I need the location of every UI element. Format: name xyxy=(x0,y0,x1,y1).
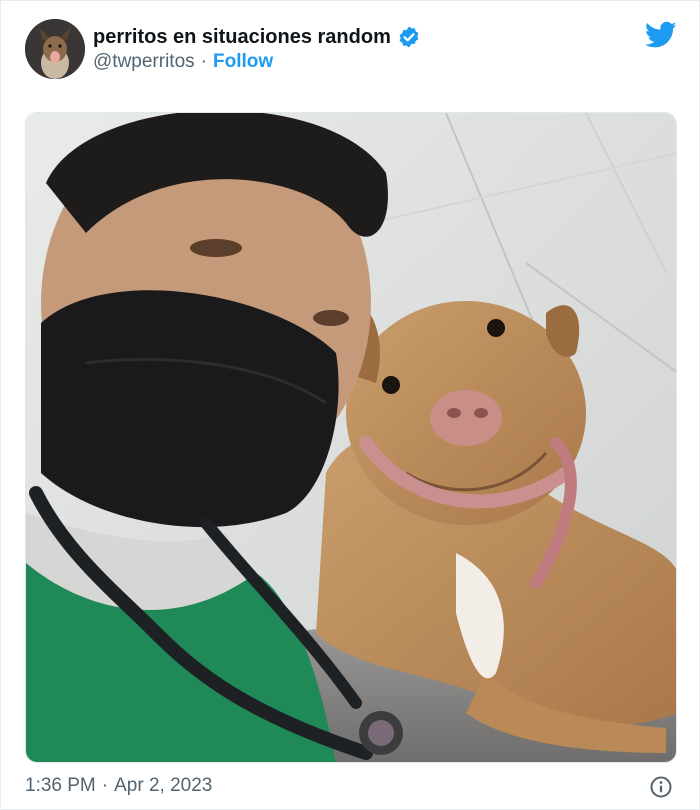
author-handle[interactable]: @twperritos xyxy=(93,51,195,73)
verified-badge-icon xyxy=(397,25,421,49)
author-display-name[interactable]: perritos en situaciones random xyxy=(93,26,391,49)
avatar[interactable] xyxy=(25,19,85,79)
tweet-photo[interactable] xyxy=(25,112,677,763)
author-handle-row: @twperritos · Follow xyxy=(93,51,273,73)
tweet-card: perritos en situaciones random @twperrit… xyxy=(0,0,700,810)
author-name-row: perritos en situaciones random xyxy=(93,25,421,49)
separator-dot: · xyxy=(200,51,207,72)
tweet-date: Apr 2, 2023 xyxy=(114,775,213,796)
twitter-bird-icon[interactable] xyxy=(644,21,677,49)
separator-dot: · xyxy=(101,775,109,796)
photo-illustration xyxy=(26,113,676,762)
info-icon[interactable] xyxy=(649,775,673,799)
tweet-time: 1:36 PM xyxy=(25,775,96,796)
follow-link[interactable]: Follow xyxy=(213,51,273,73)
tweet-timestamp[interactable]: 1:36 PM · Apr 2, 2023 xyxy=(25,775,212,797)
